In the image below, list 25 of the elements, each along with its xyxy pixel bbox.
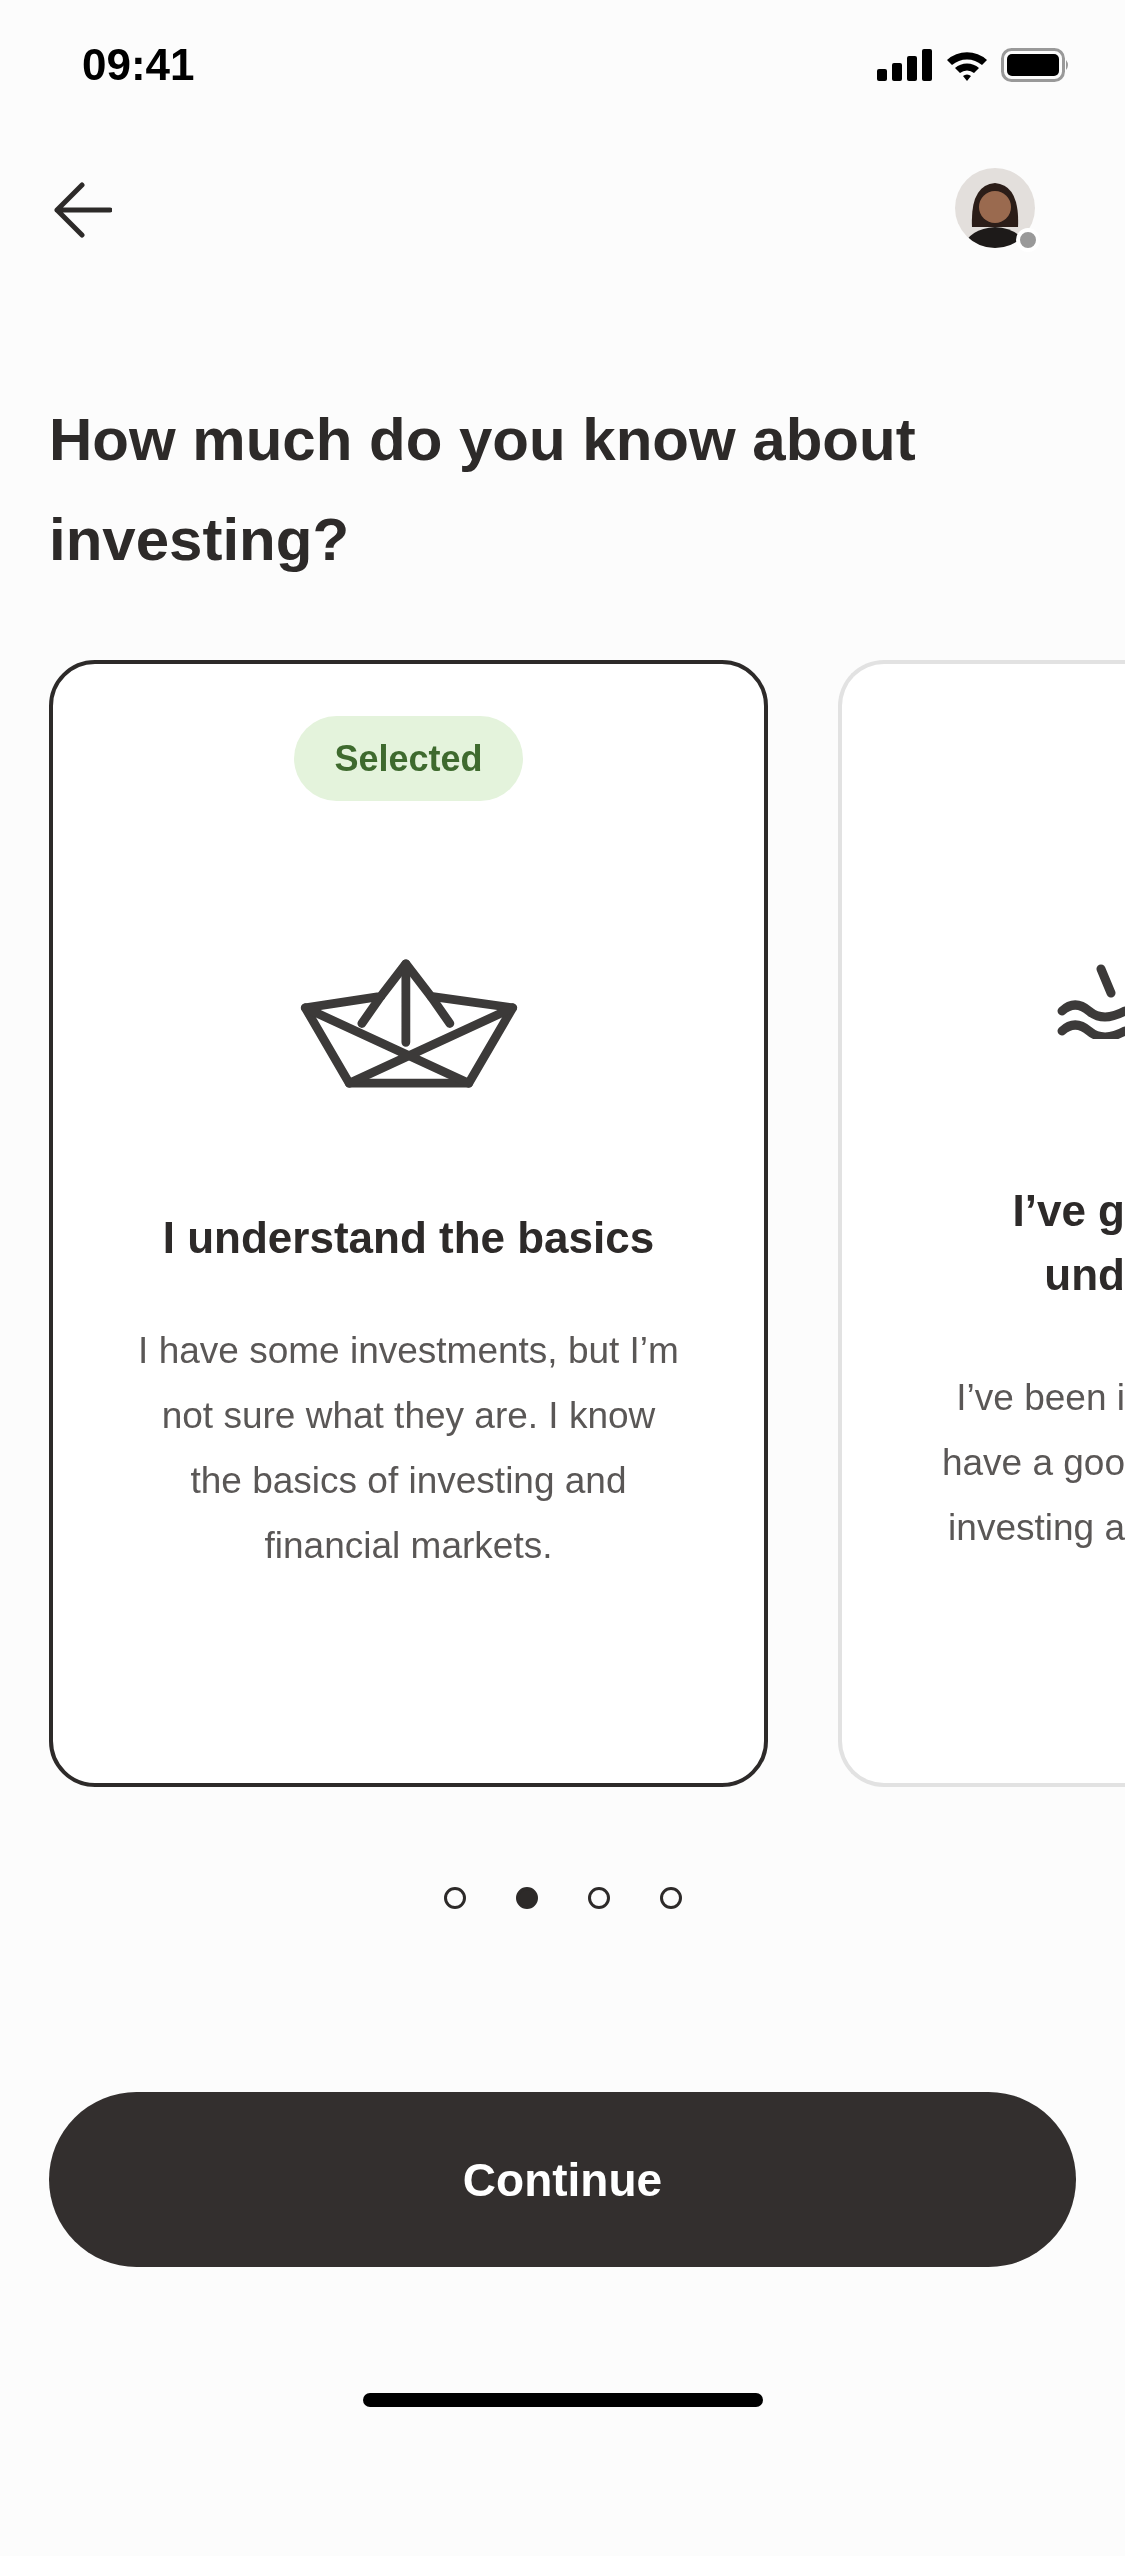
- page-dot[interactable]: [587, 1887, 610, 1909]
- back-arrow-icon[interactable]: [54, 182, 112, 238]
- page-dot[interactable]: [515, 1887, 538, 1909]
- selected-badge: Selected: [294, 716, 523, 801]
- option-description: I have some investments, but I’m: [138, 1329, 679, 1373]
- option-title: I’ve g: [1012, 1185, 1125, 1237]
- battery-icon: [1001, 48, 1071, 82]
- continue-button[interactable]: Continue: [49, 2092, 1076, 2267]
- option-description: I’ve been i: [956, 1376, 1125, 1420]
- option-description: have a goo: [941, 1441, 1125, 1485]
- signal-icon: [877, 49, 933, 81]
- page-dot[interactable]: [659, 1887, 682, 1909]
- option-description: investing a: [948, 1506, 1125, 1550]
- option-card[interactable]: I’ve g und I’ve been i have a goo investing a: [838, 660, 1125, 1787]
- option-card[interactable]: Selected I understand the basics I have some investments, but I’m not sure what they are. I know the basics of investing and financial markets.: [49, 660, 768, 1787]
- option-title: und: [1044, 1249, 1125, 1301]
- option-description: financial markets.: [264, 1524, 553, 1568]
- page-dot[interactable]: [443, 1887, 466, 1909]
- paper-boat-icon: [298, 956, 519, 1091]
- option-title: I understand the basics: [162, 1212, 655, 1264]
- status-time: 09:41: [82, 40, 195, 90]
- option-description: not sure what they are. I know: [161, 1394, 656, 1438]
- wifi-icon: [945, 49, 989, 81]
- question-heading: How much do you know about investing?: [49, 405, 917, 575]
- option-description: the basics of investing and: [190, 1459, 627, 1503]
